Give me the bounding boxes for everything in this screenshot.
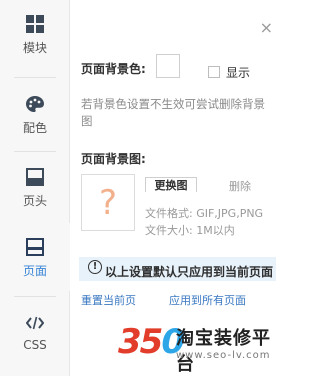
reset-current-page-link[interactable]: 重置当前页 (81, 292, 136, 308)
grid-icon (24, 13, 46, 35)
apply-all-pages-link[interactable]: 应用到所有页面 (169, 292, 246, 308)
sidebar-item-header[interactable]: 页头 (0, 153, 70, 221)
sidebar-item-colors[interactable]: 配色 (0, 80, 70, 148)
divider (14, 296, 56, 297)
sidebar: 模块 配色 页头 页面 CSS (0, 0, 70, 376)
sidebar-item-css[interactable]: CSS (0, 298, 70, 366)
divider (14, 77, 56, 78)
bg-image-label: 页面背景图: (81, 152, 146, 166)
delete-image-button[interactable]: 删除 (229, 178, 251, 194)
show-checkbox[interactable] (208, 66, 220, 78)
watermark-url: www.seo-lv.com (176, 350, 271, 361)
bg-image-preview: ? (81, 174, 135, 231)
watermark-logo: 350 淘宝装修平台 www.seo-lv.com (118, 318, 285, 376)
sidebar-item-label: 页头 (22, 193, 47, 208)
sidebar-item-label: 页面 (22, 263, 47, 278)
divider (14, 151, 56, 152)
close-icon[interactable]: × (260, 20, 273, 36)
sidebar-item-label: CSS (23, 338, 47, 352)
info-icon: ! (88, 260, 102, 274)
sidebar-item-label: 配色 (22, 120, 47, 135)
watermark-number: 350 (118, 322, 185, 362)
file-format-text: 文件格式: GIF,JPG,PNG (145, 207, 264, 220)
sidebar-item-page[interactable]: 页面 (0, 223, 70, 291)
bg-color-hint: 若背景色设置不生效可尝试删除背景图 (81, 97, 265, 128)
palette-icon (24, 93, 46, 115)
replace-image-button[interactable]: 更换图 (145, 177, 197, 192)
sidebar-item-label: 模块 (22, 40, 47, 55)
bg-color-swatch[interactable] (156, 54, 180, 78)
show-checkbox-label: 显示 (226, 66, 251, 80)
info-text: 以上设置默认只应用到当前页面 (105, 265, 274, 279)
page-icon (24, 236, 46, 258)
page-header-icon (24, 166, 46, 188)
code-icon (24, 312, 46, 334)
sidebar-item-modules[interactable]: 模块 (0, 0, 70, 68)
placeholder-question-icon: ? (98, 182, 118, 223)
file-size-text: 文件大小: 1M以内 (145, 224, 235, 237)
bg-color-label: 页面背景色: (81, 62, 146, 76)
